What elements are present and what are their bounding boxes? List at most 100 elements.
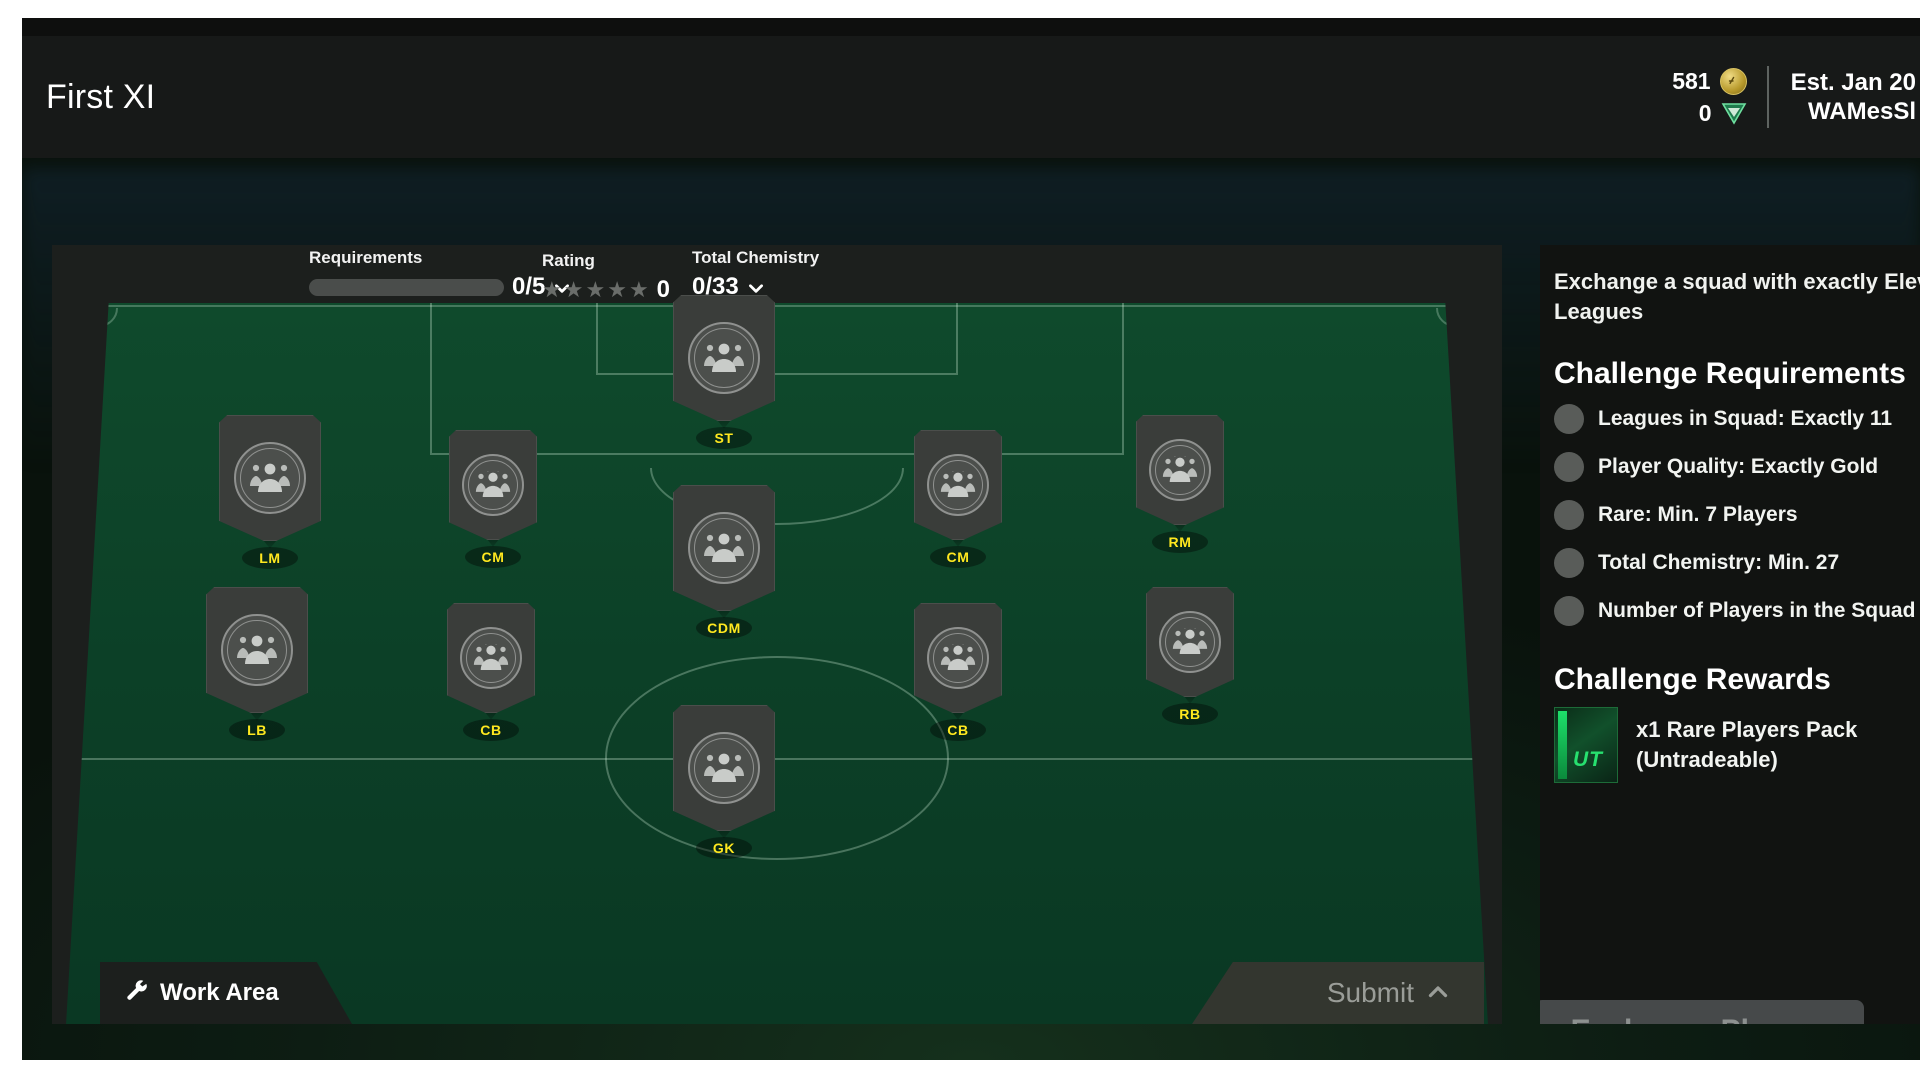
currency-group: 581 0 xyxy=(1672,66,1766,128)
position-label: RB xyxy=(1162,703,1218,725)
requirement-row: Leagues in Squad: Exactly 11 xyxy=(1554,397,1920,441)
club-crest-placeholder-icon xyxy=(927,454,989,516)
pack-ut-label: UT xyxy=(1573,748,1603,771)
requirements-label: Requirements xyxy=(309,248,423,267)
wrench-icon xyxy=(124,978,150,1009)
empty-player-card[interactable] xyxy=(914,603,1002,713)
player-slot-cb[interactable]: CB xyxy=(441,603,541,741)
exchange-players-button[interactable]: Exchange Players xyxy=(1540,1000,1864,1024)
requirement-row: Rare: Min. 7 Players xyxy=(1554,493,1920,537)
requirement-status-icon xyxy=(1554,452,1584,482)
club-info: Est. Jan 20 WAMesSl xyxy=(1791,69,1920,126)
rating-label: Rating xyxy=(542,251,595,270)
pitch-area: ST LM CM CM RM CDM LB CB CB RB GK xyxy=(52,285,1502,1024)
challenge-description: Exchange a squad with exactly Eleven Lea… xyxy=(1554,269,1920,324)
position-label: ST xyxy=(696,427,752,449)
player-slot-st[interactable]: ST xyxy=(673,295,775,449)
position-label: CM xyxy=(465,546,521,568)
requirement-row: Number of Players in the Squad xyxy=(1554,589,1920,633)
player-slot-cm[interactable]: CM xyxy=(908,430,1008,568)
challenge-panel: Exchange a squad with exactly Eleven Lea… xyxy=(1540,245,1920,1024)
reward-item: UT x1 Rare Players Pack (Untradeable) xyxy=(1554,707,1920,783)
club-crest-placeholder-icon xyxy=(221,614,293,686)
header-right-group: 581 0 Est. Jan 20 WAMesSl xyxy=(1672,36,1920,158)
corner-arc-left xyxy=(99,308,118,327)
player-slot-lm[interactable]: LM xyxy=(219,415,321,569)
reward-label: x1 Rare Players Pack (Untradeable) xyxy=(1636,717,1858,772)
header-divider xyxy=(1766,66,1769,128)
club-crest-placeholder-icon xyxy=(688,322,760,394)
corner-arc-right xyxy=(1436,308,1455,327)
submit-label: Submit xyxy=(1326,977,1414,1008)
squad-board: Requirements 0/5 Rating ★ ★ ★ ★ ★ 0 Tota… xyxy=(52,245,1502,1024)
work-area-button[interactable]: Work Area xyxy=(100,962,352,1024)
player-slot-cm[interactable]: CM xyxy=(443,430,543,568)
requirement-status-icon xyxy=(1554,596,1584,626)
position-label: CM xyxy=(930,546,986,568)
points-value: 0 xyxy=(1698,99,1712,126)
game-surface: First XI 581 0 Est. Jan 20 WAMesSl Requi… xyxy=(22,18,1920,1060)
club-established: Est. Jan 20 xyxy=(1790,68,1916,96)
challenge-requirements-list: Leagues in Squad: Exactly 11 Player Quali… xyxy=(1540,397,1920,633)
header-bar: First XI 581 0 Est. Jan 20 WAMesSl xyxy=(22,36,1920,158)
empty-player-card[interactable] xyxy=(1146,587,1234,697)
position-label: LB xyxy=(229,719,285,741)
position-label: LM xyxy=(242,547,298,569)
empty-player-card[interactable] xyxy=(206,587,308,713)
app-frame: First XI 581 0 Est. Jan 20 WAMesSl Requi… xyxy=(0,0,1920,1080)
club-crest-placeholder-icon xyxy=(688,512,760,584)
player-slot-rm[interactable]: RM xyxy=(1130,415,1230,553)
center-circle xyxy=(605,656,949,860)
club-crest-placeholder-icon xyxy=(462,454,524,516)
position-label: RM xyxy=(1152,531,1208,553)
coins-value: 581 xyxy=(1672,67,1711,94)
requirement-row: Total Chemistry: Min. 27 xyxy=(1554,541,1920,585)
top-strip xyxy=(22,18,1920,36)
empty-player-card[interactable] xyxy=(219,415,321,541)
empty-player-card[interactable] xyxy=(914,430,1002,540)
club-crest-placeholder-icon xyxy=(927,627,989,689)
page-title: First XI xyxy=(46,77,156,116)
position-label: CDM xyxy=(696,617,752,639)
chemistry-label: Total Chemistry xyxy=(692,248,820,267)
requirement-label: Player Quality: Exactly Gold xyxy=(1598,455,1879,478)
points-row: 0 xyxy=(1672,98,1746,128)
requirement-label: Total Chemistry: Min. 27 xyxy=(1598,551,1840,574)
club-crest-placeholder-icon xyxy=(1149,439,1211,501)
pack-art-icon: UT xyxy=(1554,707,1618,783)
player-slot-rb[interactable]: RB xyxy=(1140,587,1240,725)
position-label: CB xyxy=(463,719,519,741)
position-label: CB xyxy=(930,719,986,741)
club-crest-placeholder-icon xyxy=(234,442,306,514)
requirement-label: Rare: Min. 7 Players xyxy=(1598,503,1798,526)
club-crest-placeholder-icon xyxy=(688,732,760,804)
empty-player-card[interactable] xyxy=(673,705,775,831)
requirement-label: Leagues in Squad: Exactly 11 xyxy=(1598,407,1893,430)
position-label: GK xyxy=(696,837,752,859)
requirement-status-icon xyxy=(1554,404,1584,434)
pack-spine xyxy=(1558,711,1567,779)
club-name: WAMesSl xyxy=(1807,97,1916,125)
requirement-row: Player Quality: Exactly Gold xyxy=(1554,445,1920,489)
empty-player-card[interactable] xyxy=(673,485,775,611)
player-slot-gk[interactable]: GK xyxy=(673,705,775,859)
coin-icon xyxy=(1719,67,1747,95)
pitch-touchline-right xyxy=(1456,303,1488,1024)
pitch-touchline-left xyxy=(66,303,98,1024)
club-crest-placeholder-icon xyxy=(460,627,522,689)
club-crest-placeholder-icon xyxy=(1159,611,1221,673)
player-slot-cdm[interactable]: CDM xyxy=(673,485,775,639)
player-slot-cb[interactable]: CB xyxy=(908,603,1008,741)
six-yard-box xyxy=(596,303,958,375)
fc-points-icon xyxy=(1721,101,1747,125)
coins-row: 581 xyxy=(1672,66,1747,96)
submit-button[interactable]: Submit xyxy=(1192,962,1484,1024)
player-slot-lb[interactable]: LB xyxy=(206,587,308,741)
work-area-label: Work Area xyxy=(160,979,279,1006)
empty-player-card[interactable] xyxy=(449,430,537,540)
empty-player-card[interactable] xyxy=(1136,415,1224,525)
chevron-up-icon xyxy=(1426,979,1450,1008)
challenge-rewards-heading: Challenge Rewards xyxy=(1554,663,1831,696)
empty-player-card[interactable] xyxy=(673,295,775,421)
empty-player-card[interactable] xyxy=(447,603,535,713)
